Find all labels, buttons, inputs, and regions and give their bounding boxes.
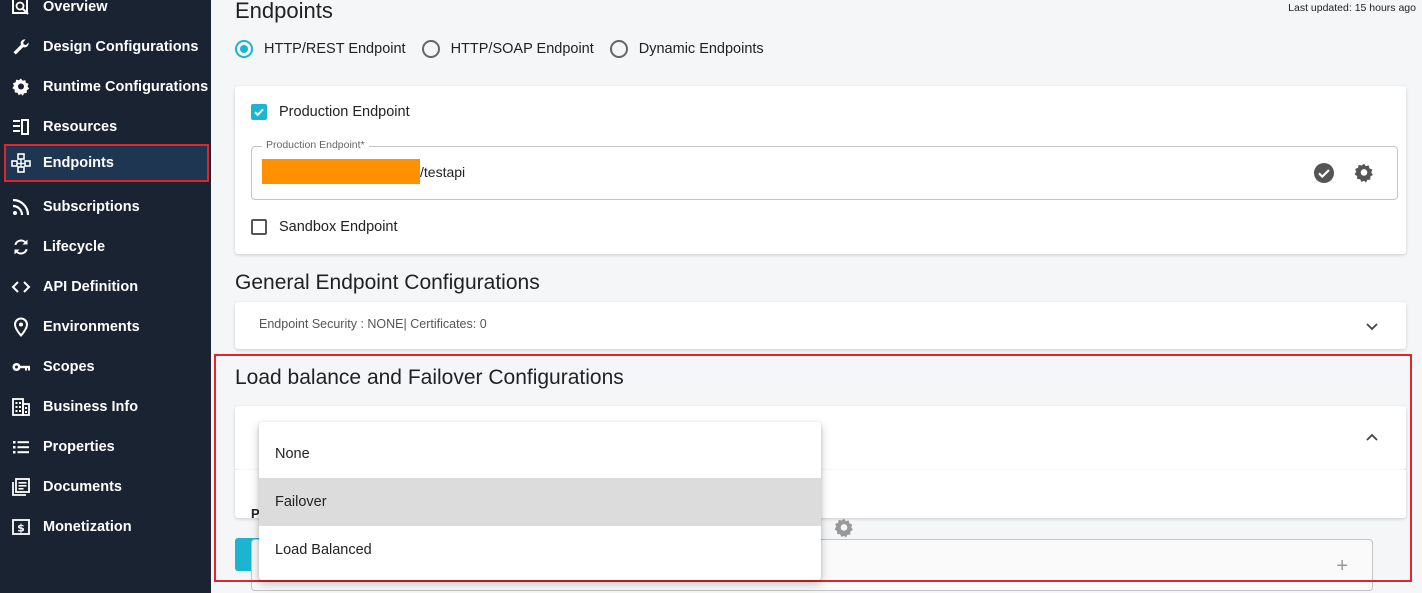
- sidebar-item-environments[interactable]: Environments: [4, 309, 209, 345]
- sidebar-item-monetization[interactable]: $ Monetization: [4, 509, 209, 545]
- sidebar-item-label: Documents: [43, 479, 122, 495]
- refresh-icon: [10, 236, 32, 258]
- sidebar-item-documents[interactable]: Documents: [4, 469, 209, 505]
- sidebar-item-properties[interactable]: Properties: [4, 429, 209, 465]
- radio-unselected-icon: [421, 40, 440, 58]
- sidebar-item-label: Business Info: [43, 399, 139, 415]
- checkbox-checked-icon: [251, 104, 267, 120]
- endpoint-security-summary: Endpoint Security : NONE| Certificates: …: [259, 317, 487, 331]
- production-endpoint-checkbox[interactable]: Production Endpoint: [251, 104, 410, 120]
- check-circle-icon[interactable]: [1313, 162, 1335, 184]
- production-endpoint-field[interactable]: Production Endpoint* /testapi: [251, 139, 1398, 200]
- sidebar-item-label: API Definition: [43, 279, 139, 295]
- code-icon: [10, 276, 32, 298]
- checkbox-label: Sandbox Endpoint: [279, 219, 398, 235]
- rss-icon: [10, 196, 32, 218]
- sidebar-item-endpoints[interactable]: Endpoints: [4, 144, 209, 182]
- endpoints-card: Production Endpoint Production Endpoint*…: [235, 86, 1406, 254]
- last-updated-text: Last updated: 15 hours ago: [1288, 2, 1416, 14]
- plus-icon[interactable]: +: [1336, 555, 1348, 578]
- radio-selected-icon: [235, 40, 253, 58]
- gear-icon[interactable]: [833, 517, 855, 539]
- load-balance-title: Load balance and Failover Configurations: [235, 366, 624, 389]
- production-endpoint-field-label: Production Endpoint*: [262, 139, 369, 151]
- sidebar-item-overview[interactable]: Overview: [4, 0, 209, 25]
- sidebar-item-label: Resources: [43, 119, 118, 135]
- resources-icon: [10, 116, 32, 138]
- sidebar-item-label: Runtime Configurations: [43, 79, 209, 95]
- sidebar-item-scopes[interactable]: Scopes: [4, 349, 209, 385]
- sidebar-item-label: Design Configurations: [43, 39, 199, 55]
- checkbox-unchecked-icon: [251, 219, 267, 235]
- sidebar-item-lifecycle[interactable]: Lifecycle: [4, 229, 209, 265]
- wrench-icon: [10, 36, 32, 58]
- radio-label: HTTP/REST Endpoint: [264, 41, 406, 57]
- sandbox-endpoint-checkbox[interactable]: Sandbox Endpoint: [251, 219, 398, 235]
- dropdown-option-none[interactable]: None: [259, 430, 821, 478]
- general-config-accordion[interactable]: Endpoint Security : NONE| Certificates: …: [235, 302, 1406, 349]
- chevron-up-icon[interactable]: [1364, 430, 1380, 446]
- sidebar-item-resources[interactable]: Resources: [4, 109, 209, 145]
- radio-http-soap[interactable]: HTTP/SOAP Endpoint: [421, 40, 594, 58]
- dropdown-option-failover[interactable]: Failover: [259, 478, 821, 526]
- algorithm-dropdown-menu: None Failover Load Balanced: [259, 422, 821, 580]
- page-title: Endpoints: [235, 0, 333, 23]
- sidebar-item-label: Properties: [43, 439, 115, 455]
- radio-label: HTTP/SOAP Endpoint: [450, 41, 594, 57]
- radio-unselected-icon: [609, 40, 628, 58]
- chevron-down-icon[interactable]: [1364, 318, 1380, 334]
- sidebar-item-business-info[interactable]: Business Info: [4, 389, 209, 425]
- sidebar-item-label: Monetization: [43, 519, 132, 535]
- checkbox-label: Production Endpoint: [279, 104, 410, 120]
- sidebar-item-label: Subscriptions: [43, 199, 140, 215]
- sidebar-item-label: Environments: [43, 319, 140, 335]
- sidebar-item-design-configurations[interactable]: Design Configurations: [4, 29, 209, 65]
- radio-dynamic-endpoints[interactable]: Dynamic Endpoints: [609, 40, 764, 58]
- sidebar-item-label: Overview: [43, 0, 108, 15]
- sidebar-item-label: Endpoints: [43, 155, 114, 171]
- sidebar: Overview Design Configurations Runtime C…: [0, 0, 211, 593]
- sidebar-item-api-definition[interactable]: API Definition: [4, 269, 209, 305]
- production-endpoint-url: /testapi: [420, 164, 466, 180]
- sidebar-item-label: Lifecycle: [43, 239, 106, 255]
- overview-icon: [10, 0, 32, 18]
- radio-label: Dynamic Endpoints: [638, 41, 764, 57]
- gear-icon[interactable]: [1353, 162, 1375, 184]
- list-icon: [10, 436, 32, 458]
- svg-text:$: $: [17, 522, 25, 535]
- main-content: Endpoints Last updated: 15 hours ago HTT…: [211, 0, 1422, 593]
- sidebar-item-runtime-configurations[interactable]: Runtime Configurations: [4, 69, 209, 105]
- endpoint-type-radio-group: HTTP/REST Endpoint HTTP/SOAP Endpoint Dy…: [235, 40, 780, 58]
- dollar-icon: $: [10, 516, 32, 538]
- radio-http-rest[interactable]: HTTP/REST Endpoint: [235, 40, 406, 58]
- dropdown-option-load-balanced[interactable]: Load Balanced: [259, 526, 821, 574]
- key-icon: [10, 356, 32, 378]
- endpoints-icon: [10, 152, 32, 174]
- sidebar-item-subscriptions[interactable]: Subscriptions: [4, 189, 209, 225]
- documents-icon: [10, 476, 32, 498]
- sidebar-item-label: Scopes: [43, 359, 95, 375]
- gear-icon: [10, 76, 32, 98]
- redacted-url-block: [262, 159, 420, 184]
- general-config-title: General Endpoint Configurations: [235, 271, 540, 294]
- location-pin-icon: [10, 316, 32, 338]
- building-icon: [10, 396, 32, 418]
